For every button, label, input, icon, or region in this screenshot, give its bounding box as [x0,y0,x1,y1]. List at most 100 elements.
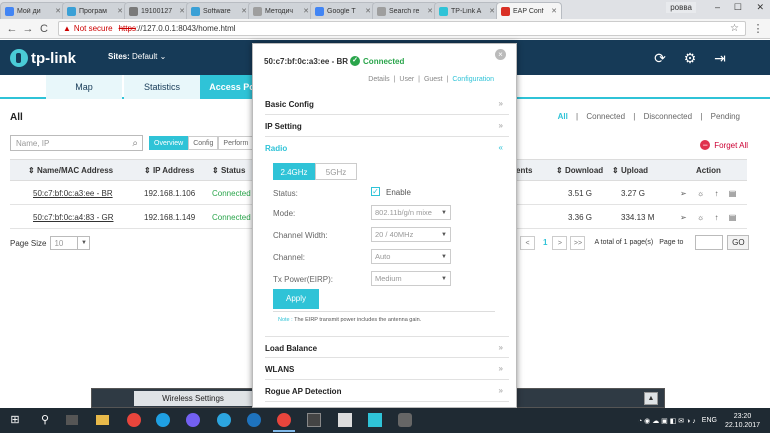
column-clients[interactable]: ents [516,166,532,175]
not-secure-label[interactable]: Not secure [74,24,113,33]
next-page-button[interactable]: > [552,235,568,250]
task-view-icon[interactable] [66,415,78,425]
filter-pending[interactable]: Pending [711,112,740,121]
tab-statistics[interactable]: Statistics [124,75,200,99]
tab-map[interactable]: Map [46,75,122,99]
forget-all-button[interactable]: − Forget All [700,140,748,150]
prev-page-button[interactable]: < [520,235,535,250]
maximize-icon[interactable]: ☐ [734,2,742,13]
profile-name[interactable]: ровва [666,2,696,13]
refresh-icon[interactable]: ⟳ [651,50,669,66]
browser-tab[interactable]: Мой ди ✕ [0,2,66,19]
tab-close-icon[interactable]: ✕ [241,7,247,15]
row-action-icons[interactable]: ➢ ☼ ↑ ▤ [680,189,740,198]
section-radio[interactable]: Radio « [265,137,509,159]
chrome-icon[interactable] [127,413,141,427]
tab-guest[interactable]: Guest [424,76,443,83]
last-page-button[interactable]: >> [570,235,586,250]
tab-close-icon[interactable]: ✕ [489,7,495,15]
viber-icon[interactable] [186,413,200,427]
section-basic-config[interactable]: Basic Config » [265,93,509,115]
windows-start-icon[interactable]: ⊞ [8,413,22,427]
clock[interactable]: 23:20 22.10.2017 [725,412,760,430]
column-name-mac[interactable]: ⇕ Name/MAC Address [28,166,113,175]
tab-close-icon[interactable]: ✕ [179,7,185,15]
mode-select[interactable]: 802.11b/g/n mixe ▼ [371,205,451,220]
back-icon[interactable]: ← [4,23,20,35]
tab-close-icon[interactable]: ✕ [551,7,557,15]
section-rogue-ap-detection[interactable]: Rogue AP Detection » [265,380,509,402]
close-icon[interactable]: × [495,49,506,60]
section-wlans[interactable]: WLANS » [265,358,509,380]
channel-width-select[interactable]: 20 / 40MHz ▼ [371,227,451,242]
browser-tab[interactable]: TP-Link A ✕ [434,2,500,19]
browser-tab-active[interactable]: EAP Conf ✕ [496,2,562,19]
browser-tab[interactable]: Програм ✕ [62,2,128,19]
tab-details[interactable]: Details [368,76,389,83]
search-icon[interactable]: ⌕ [132,138,138,149]
channel-select[interactable]: Auto ▼ [371,249,451,264]
tab-close-icon[interactable]: ✕ [117,7,123,15]
go-button[interactable]: GO [727,235,750,250]
warning-icon[interactable]: ▲ [63,24,71,33]
section-load-balance[interactable]: Load Balance » [265,336,509,358]
file-explorer-icon[interactable] [96,415,109,425]
tab-2-4ghz[interactable]: 2.4GHz [273,163,315,180]
tray-icons[interactable]: ◔ ◉ ☁ ▣ ◧ ✉ ◑ ♪ [638,417,696,425]
minimize-icon[interactable]: – [715,2,720,12]
tab-5ghz[interactable]: 5GHz [315,163,357,180]
bookmark-star-icon[interactable]: ☆ [730,23,739,34]
column-download[interactable]: ⇕ Download [556,166,603,175]
current-page[interactable]: 1 [543,238,547,247]
ap-mac-link[interactable]: 50:c7:bf:0c:a3:ee - BR [33,189,113,198]
browser-tab[interactable]: Google T ✕ [310,2,376,19]
filter-connected[interactable]: Connected [586,112,625,121]
calculator-icon[interactable] [338,413,352,427]
ap-mac-link[interactable]: 50:c7:bf:0c:a4:83 - GR [33,213,114,222]
chrome-icon[interactable] [277,413,291,427]
browser-menu-icon[interactable]: ⋮ [750,22,766,35]
column-status[interactable]: ⇕ Status [212,166,245,175]
game-controller-icon[interactable] [398,413,412,427]
subtab-overview[interactable]: Overview [149,136,189,150]
tools-icon[interactable] [368,413,382,427]
expand-up-icon[interactable]: ▲ [644,392,658,405]
browser-tab[interactable]: Методич ✕ [248,2,314,19]
telegram-icon[interactable] [217,413,231,427]
subtab-performance[interactable]: Perform [218,136,254,150]
language-indicator[interactable]: ENG [702,417,717,424]
tab-configuration[interactable]: Configuration [452,76,494,83]
filter-disconnected[interactable]: Disconnected [644,112,692,121]
url-field[interactable]: ▲ Not secure https ://127.0.0.1:8043/hom… [58,21,746,36]
page-size-select[interactable]: 10 ▼ [50,236,91,250]
terminal-icon[interactable] [307,413,321,427]
tab-close-icon[interactable]: ✕ [55,7,61,15]
search-icon[interactable]: ⚲ [38,413,52,427]
forward-icon[interactable]: → [20,23,36,35]
wireless-settings-tab[interactable]: Wireless Settings [134,391,252,406]
reload-icon[interactable]: C [36,23,52,35]
tab-user[interactable]: User [399,76,414,83]
browser-tab[interactable]: Search re ✕ [372,2,438,19]
edge-icon[interactable] [247,413,261,427]
filter-all[interactable]: All [558,112,568,121]
apply-button[interactable]: Apply [273,289,319,309]
tab-close-icon[interactable]: ✕ [427,7,433,15]
tx-power-select[interactable]: Medium ▼ [371,271,451,286]
sites-selector[interactable]: Sites: Default ⌄ [108,52,166,61]
skype-icon[interactable] [156,413,170,427]
tab-close-icon[interactable]: ✕ [365,7,371,15]
search-input[interactable]: Name, IP ⌕ [10,135,143,151]
column-upload[interactable]: ⇕ Upload [612,166,648,175]
browser-tab[interactable]: Software ✕ [186,2,252,19]
row-action-icons[interactable]: ➢ ☼ ↑ ▤ [680,213,740,222]
window-close-icon[interactable]: ✕ [756,2,764,13]
page-to-input[interactable] [695,235,724,250]
subtab-config[interactable]: Config [188,136,219,150]
section-ip-setting[interactable]: IP Setting » [265,115,509,137]
column-ip[interactable]: ⇕ IP Address [144,166,194,175]
tab-close-icon[interactable]: ✕ [303,7,309,15]
logout-icon[interactable]: ⇥ [711,50,729,66]
browser-tab[interactable]: 19100127 ✕ [124,2,190,19]
enable-checkbox[interactable]: ✓ [371,187,380,196]
